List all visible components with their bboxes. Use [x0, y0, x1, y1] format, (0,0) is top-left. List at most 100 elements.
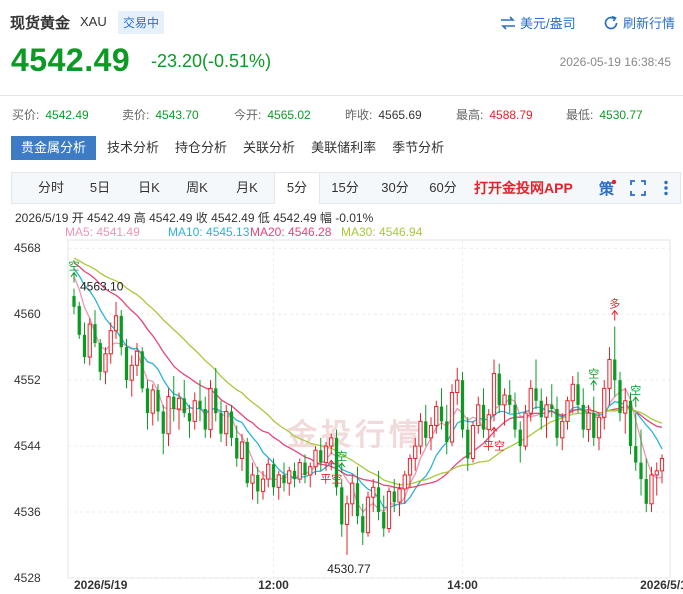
candle-body — [276, 474, 281, 488]
candle-body — [77, 305, 81, 335]
signal-label: 空 — [69, 259, 80, 273]
candle-body — [596, 416, 602, 439]
candle-body — [361, 516, 365, 533]
candle-body — [628, 400, 633, 447]
candle-body — [402, 474, 407, 490]
candle-body — [434, 406, 439, 426]
x-tick-label: 2026/5/19 — [640, 578, 683, 592]
candle-body — [570, 383, 575, 402]
candle-body — [166, 396, 171, 435]
candle-body — [182, 398, 186, 414]
candle-body — [634, 446, 638, 463]
candle-body — [613, 359, 617, 381]
candle-body — [187, 413, 192, 422]
candle-body — [486, 414, 491, 431]
candle-body — [292, 470, 297, 480]
candle-body — [224, 410, 229, 435]
candle-body — [659, 457, 665, 472]
candle-body — [172, 396, 176, 409]
high-price-label: 4563.10 — [80, 280, 124, 294]
candle-body — [82, 334, 87, 358]
candle-body — [518, 429, 522, 447]
candle-body — [481, 404, 486, 430]
candle-body — [308, 466, 313, 476]
candle-body — [439, 406, 444, 422]
candle-body — [560, 420, 565, 439]
candle-body — [271, 464, 276, 488]
candle-body — [382, 512, 386, 529]
candle-body — [129, 364, 134, 381]
ma20-line — [73, 262, 663, 490]
candle-body — [124, 347, 129, 381]
candle-body — [134, 350, 140, 366]
candle-body — [371, 486, 376, 498]
candle-body — [229, 411, 234, 438]
candle-body — [581, 404, 585, 430]
candle-body — [219, 413, 223, 434]
candle-body — [176, 397, 182, 410]
candle-body — [145, 388, 150, 414]
candle-body — [607, 359, 612, 389]
signal-label: 平空 — [483, 438, 505, 452]
signal-label: 空 — [630, 383, 641, 397]
candle-body — [344, 503, 350, 525]
candle-body — [539, 400, 543, 418]
candle-body — [654, 470, 659, 476]
candle-body — [266, 463, 271, 480]
low-price-label: 4530.77 — [327, 562, 371, 576]
candle-body — [623, 400, 628, 414]
candle-body — [639, 462, 643, 480]
candlestick-chart[interactable]: 4528 4536 4544 4552 4560 4568 2026/5/19 12:00 14… — [0, 0, 683, 594]
candle-body — [287, 470, 292, 484]
candle-body — [544, 404, 549, 418]
candle-body — [592, 413, 596, 438]
x-tick-label: 2026/5/19 — [74, 578, 128, 592]
candle-body — [214, 388, 218, 414]
candle-body — [565, 400, 570, 422]
candle-body — [161, 411, 165, 434]
candle-body — [150, 389, 155, 414]
candle-body — [245, 441, 249, 484]
candle-body — [397, 488, 402, 503]
candle-body — [386, 490, 392, 530]
candle-body — [103, 353, 108, 373]
x-tick-label: 14:00 — [447, 578, 478, 592]
candle-body — [313, 449, 318, 468]
y-tick-label: 4560 — [14, 307, 41, 321]
candle-body — [508, 394, 512, 405]
candle-body — [93, 324, 97, 344]
candle-body — [649, 474, 654, 505]
candle-body — [602, 387, 607, 418]
candle-body — [365, 496, 371, 534]
candle-body — [466, 429, 470, 459]
candle-body — [303, 462, 307, 475]
candle-body — [491, 373, 497, 416]
candle-body — [297, 462, 302, 480]
candle-body — [350, 482, 355, 505]
candle-body — [418, 420, 423, 447]
candle-body — [497, 373, 501, 405]
candle-body — [449, 392, 455, 443]
candle-body — [72, 296, 76, 307]
candle-body — [644, 479, 648, 504]
candle-body — [513, 404, 517, 430]
candle-body — [392, 491, 396, 503]
candle-body — [428, 424, 434, 439]
candle-body — [460, 380, 465, 430]
candle-body — [329, 437, 334, 447]
candle-body — [323, 445, 329, 464]
candle-body — [576, 384, 580, 405]
y-tick-label: 4568 — [14, 241, 41, 255]
signal-label: 空 — [336, 449, 347, 463]
candle-body — [198, 400, 202, 409]
candle-body — [250, 474, 255, 484]
watermark-text: 金投行情 — [286, 418, 423, 453]
x-tick-label: 12:00 — [258, 578, 289, 592]
y-tick-label: 4536 — [14, 505, 41, 519]
candle-body — [235, 437, 239, 459]
candle-body — [87, 323, 92, 358]
candle-body — [523, 412, 528, 447]
candle-body — [282, 474, 286, 484]
signal-label: 平空 — [320, 471, 342, 485]
candle-body — [618, 380, 622, 414]
